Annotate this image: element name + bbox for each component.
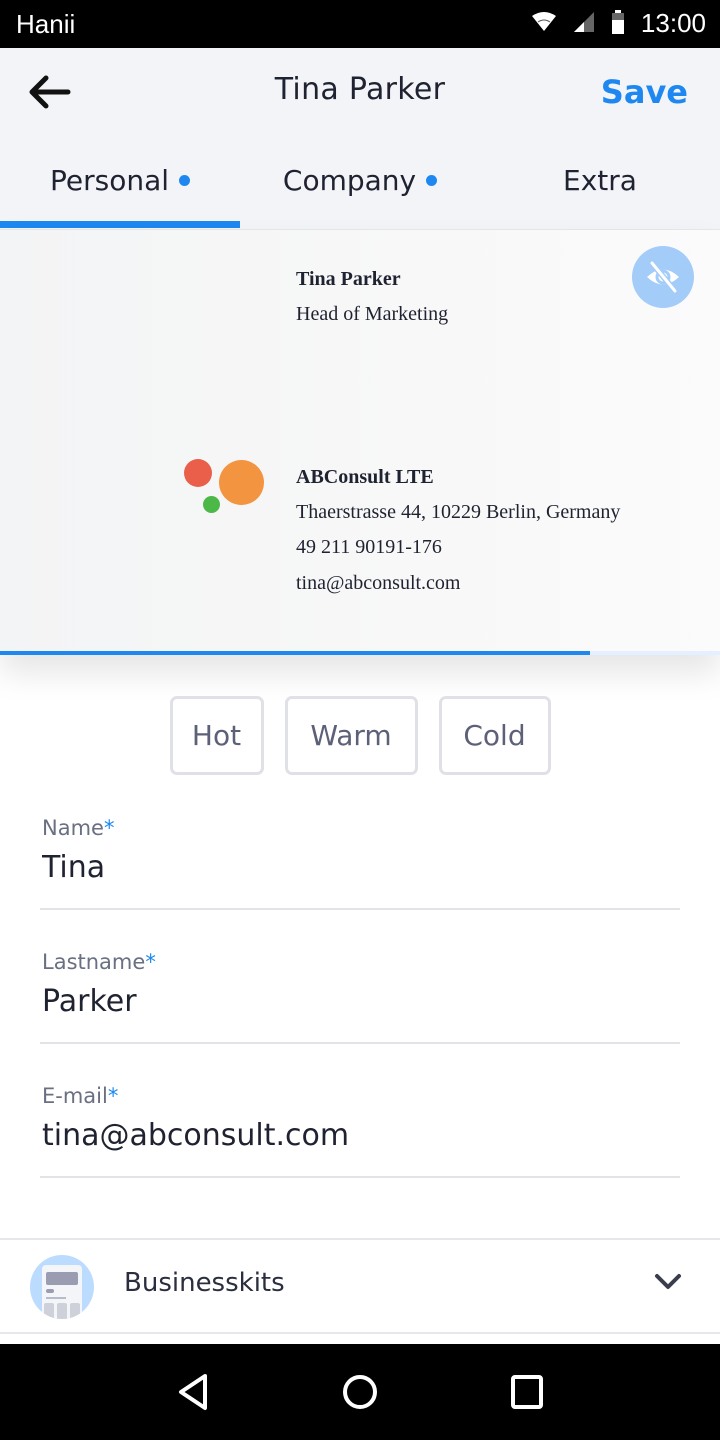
card-company: ABConsult LTE [296,466,434,488]
logo-dot-orange [219,460,264,505]
square-recents-icon [510,1375,543,1409]
required-mark: * [145,950,156,974]
tab-company[interactable]: Company [240,150,480,230]
completion-progress-bar [0,651,720,655]
circle-home-icon [342,1375,377,1409]
lastname-label: Lastname* [42,950,156,974]
businesskits-row[interactable]: Businesskits [0,1238,720,1334]
wifi-icon [531,11,557,37]
chip-warm[interactable]: Warm [284,696,418,775]
eye-off-icon [647,261,679,293]
carrier-name: Hanii [16,9,76,39]
required-mark: * [107,1084,119,1108]
system-nav-bar [0,1344,720,1440]
tab-label: Company [282,164,417,197]
triangle-back-icon [179,1374,208,1410]
clock: 13:00 [640,8,706,38]
signal-icon [573,11,595,37]
nav-recents-button[interactable] [497,1362,557,1422]
businesskits-label: Businesskits [124,1268,285,1298]
lead-temperature-selector: Hot Warm Cold [0,696,720,775]
app-header: Tina Parker Save Personal Company Extra [0,48,720,230]
status-bar: Hanii 13:00 [0,0,720,48]
email-field: E-mail* [40,1084,680,1178]
logo-dot-green [203,496,220,513]
name-input[interactable] [42,844,672,890]
tab-bar: Personal Company Extra [0,150,720,230]
chip-hot[interactable]: Hot [169,696,264,775]
tab-personal[interactable]: Personal [0,150,240,230]
email-label: E-mail* [42,1084,119,1108]
card-email: tina@abconsult.com [296,572,461,594]
card-phone: 49 211 90191-176 [296,536,442,558]
unsaved-dot [426,174,438,186]
card-role: Head of Marketing [296,303,449,325]
visibility-toggle-button[interactable] [632,246,694,308]
lastname-input[interactable] [42,978,672,1024]
logo-dot-red [184,459,212,487]
email-input[interactable] [42,1112,672,1158]
save-button[interactable]: Save [601,73,688,111]
nav-home-button[interactable] [330,1362,390,1422]
progress-fill [0,651,591,655]
battery-icon [611,9,625,38]
tab-label: Personal [49,164,170,197]
company-logo [182,458,268,518]
chip-cold[interactable]: Cold [438,696,551,775]
tab-label: Extra [563,164,637,197]
nav-back-button[interactable] [163,1362,223,1422]
card-name: Tina Parker [296,268,401,290]
name-field: Name* [40,816,680,910]
business-card-preview: Tina Parker Head of Marketing ABConsult … [0,230,720,655]
lastname-field: Lastname* [40,950,680,1044]
businesskit-icon [30,1255,94,1319]
chevron-down-icon[interactable] [654,1272,682,1296]
name-label: Name* [42,816,115,840]
unsaved-dot [179,174,191,186]
status-icons: 13:00 [531,8,706,39]
card-address: Thaerstrasse 44, 10229 Berlin, Germany [296,501,621,523]
tab-extra[interactable]: Extra [480,150,720,230]
required-mark: * [103,816,115,840]
